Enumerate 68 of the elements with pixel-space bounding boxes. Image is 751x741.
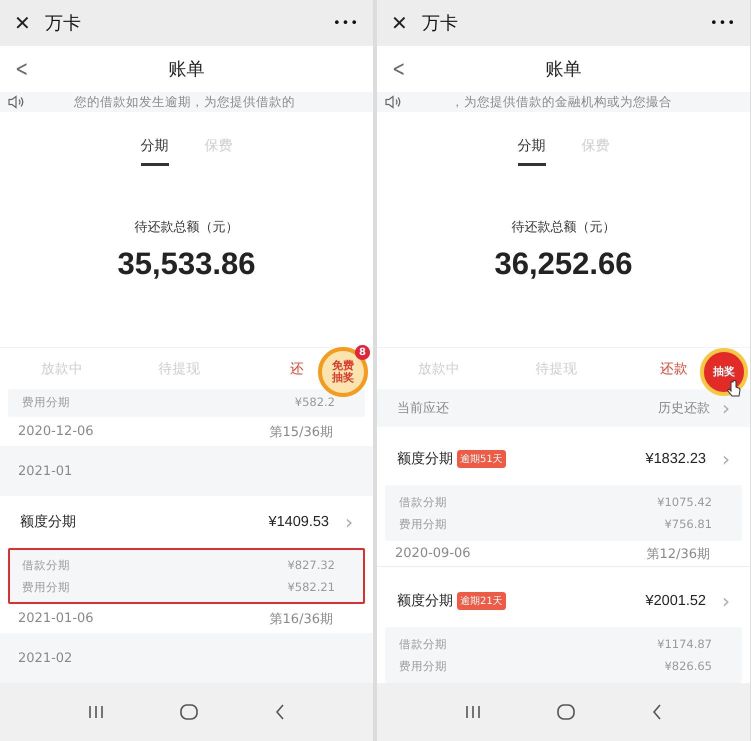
detail-label: 借款分期 (22, 558, 70, 572)
back-icon[interactable]: < (15, 56, 31, 82)
due-date: 2020-12-06 (18, 424, 94, 439)
section-title: 当前应还 (397, 400, 449, 417)
month-label: 2021-01 (18, 464, 72, 478)
detail-amount: ¥1075.42 (657, 495, 712, 509)
bill-amount: ¥1832.23 (646, 451, 706, 467)
badge-text: 抽奖 (332, 372, 354, 384)
lottery-badge[interactable]: 抽奖 (700, 348, 748, 396)
close-icon[interactable]: ✕ (391, 11, 408, 35)
back-icon[interactable]: < (392, 56, 408, 82)
overdue-tag: 逾期21天 (457, 592, 506, 610)
bill-amount: ¥2001.52 (646, 593, 706, 609)
detail-label: 费用分期 (22, 394, 70, 410)
page-title: 账单 (544, 58, 582, 81)
period-text: 第16/36期 (270, 610, 333, 628)
history-link[interactable]: 历史还款 (658, 399, 710, 417)
badge-text: 抽奖 (713, 366, 735, 378)
detail-amount: ¥827.32 (287, 558, 335, 572)
app-title: 万卡 (44, 12, 82, 35)
notice-text: 您的借款如发生逾期，为您提供借款的 (74, 94, 295, 110)
due-date: 2021-01-06 (18, 611, 94, 626)
total-label: 待还款总额（元） (512, 219, 616, 236)
bill-title: 额度分期 (20, 513, 76, 531)
chevron-icon[interactable]: › (345, 510, 353, 534)
total-label: 待还款总额（元） (134, 219, 238, 236)
badge-text: 免费 (332, 360, 354, 372)
close-icon[interactable]: ✕ (14, 11, 31, 35)
lottery-badge[interactable]: 免费 抽奖 8 (318, 347, 368, 397)
page-title: 账单 (168, 58, 206, 81)
bill-title: 额度分期 (397, 450, 453, 468)
speaker-icon (8, 95, 24, 109)
detail-amount: ¥826.65 (664, 659, 712, 673)
chevron-icon[interactable]: › (722, 589, 730, 613)
recent-apps-icon[interactable] (88, 705, 104, 719)
back-icon[interactable] (274, 704, 285, 720)
detail-amount: ¥1174.87 (657, 637, 712, 651)
month-label: 2021-02 (18, 650, 72, 666)
recent-apps-icon[interactable] (465, 705, 482, 719)
app-title: 万卡 (422, 12, 459, 35)
tab[interactable]: 分期 (518, 136, 546, 166)
detail-amount: ¥582.2 (294, 395, 335, 409)
bill-title: 额度分期 (397, 592, 453, 610)
detail-amount: ¥756.81 (664, 517, 712, 531)
total-amount: 35,533.86 (118, 246, 256, 282)
overdue-tag: 逾期51天 (457, 450, 506, 468)
detail-label: 费用分期 (399, 658, 447, 674)
bill-amount: ¥1409.53 (268, 514, 329, 530)
more-icon[interactable]: ••• (710, 16, 736, 30)
due-date: 2020-09-06 (395, 546, 471, 561)
detail-label: 借款分期 (399, 494, 447, 510)
detail-label: 费用分期 (399, 516, 447, 532)
speaker-icon (385, 95, 401, 109)
detail-amount: ¥582.21 (287, 580, 335, 594)
home-icon[interactable] (557, 704, 576, 720)
detail-label: 费用分期 (22, 580, 70, 594)
period-text: 第15/36期 (270, 424, 333, 440)
total-amount: 36,252.66 (494, 246, 632, 282)
chevron-icon: › (722, 396, 730, 420)
more-icon[interactable]: ••• (332, 16, 359, 30)
back-icon[interactable] (652, 704, 662, 720)
period-text: 第12/36期 (646, 546, 710, 562)
tab[interactable]: 分期 (140, 136, 168, 166)
notice-text: ，为您提供借款的金融机构或为您撮合 (451, 94, 672, 110)
count-badge: 8 (355, 345, 370, 360)
chevron-icon[interactable]: › (722, 447, 730, 471)
home-icon[interactable] (180, 704, 198, 720)
detail-label: 借款分期 (399, 636, 447, 652)
